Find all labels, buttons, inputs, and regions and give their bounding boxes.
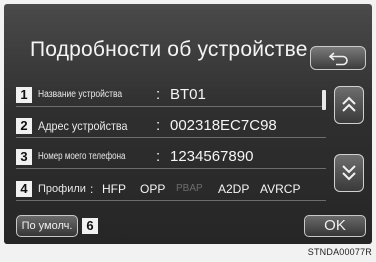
device-details-screen: Подробности об устройстве 1 Название уст… [4, 4, 372, 244]
profile-opp: OPP [140, 182, 166, 196]
double-chevron-down-icon [342, 165, 356, 181]
page-title: Подробности об устройстве [30, 38, 308, 61]
separator: : [156, 148, 161, 165]
profile-a2dp: A2DP [218, 182, 250, 196]
item-number: 6 [82, 218, 98, 234]
separator: : [90, 182, 94, 196]
item-number: 1 [16, 87, 32, 103]
profiles-row: 4 Профили : HFP OPP PBAP A2DP AVRCP [16, 178, 326, 200]
profile-hfp: HFP [102, 182, 126, 196]
double-chevron-up-icon [342, 96, 356, 112]
device-address-row: 2 Адрес устройства : 002318EC7C98 [16, 115, 326, 137]
profile-pbap: PBAP [176, 183, 203, 194]
device-name-label: Название устройства [38, 89, 123, 100]
device-name-value: BT01 [170, 86, 206, 103]
device-address-label: Адрес устройства [38, 119, 128, 133]
back-arrow-icon [328, 52, 348, 66]
profile-avrcp: AVRCP [260, 182, 301, 196]
item-number: 4 [16, 181, 32, 197]
item-number: 3 [16, 149, 32, 165]
figure-caption: STNDA00077R [307, 247, 372, 257]
scroll-up-button[interactable] [334, 86, 364, 124]
separator: : [156, 86, 161, 103]
device-address-value: 002318EC7C98 [170, 117, 277, 134]
default-button[interactable]: По умолч. [16, 215, 78, 237]
phone-number-row: 3 Номер моего телефона : 1234567890 [16, 146, 326, 168]
ok-button[interactable]: OK [304, 215, 366, 237]
phone-number-value: 1234567890 [170, 148, 254, 165]
scroll-down-button[interactable] [334, 154, 364, 192]
item-number: 2 [16, 118, 32, 134]
phone-number-label: Номер моего телефона [38, 151, 126, 162]
back-button[interactable] [310, 46, 366, 70]
scroll-position-indicator [322, 90, 326, 110]
profiles-label: Профили [38, 183, 86, 195]
device-name-row: 1 Название устройства : BT01 [16, 84, 326, 106]
separator: : [156, 117, 161, 134]
